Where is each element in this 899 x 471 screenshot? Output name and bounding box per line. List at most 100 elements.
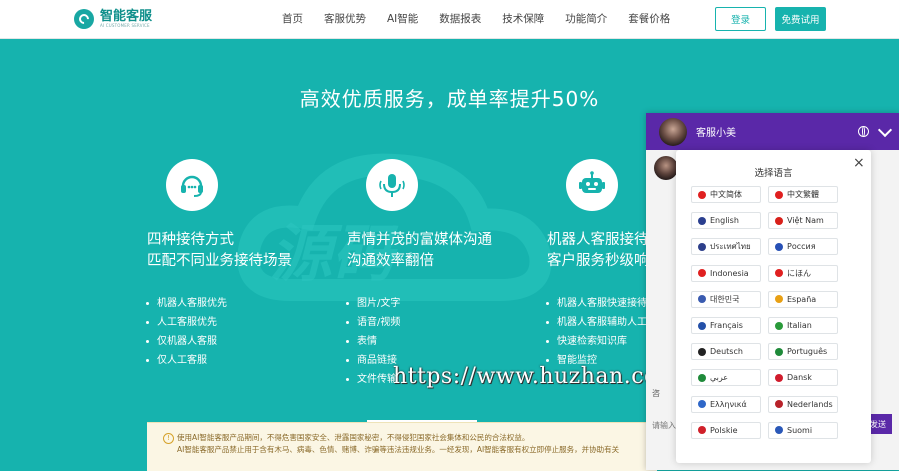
- language-option[interactable]: ประเทศไทย: [691, 238, 761, 256]
- language-option[interactable]: 中文简体: [691, 186, 761, 203]
- message-input[interactable]: 请输入: [652, 420, 676, 431]
- language-option[interactable]: Ελληνικά: [691, 395, 761, 413]
- flag-icon: [698, 190, 706, 199]
- notice-line: 使用AI智能客服产品期间，不得危害国家安全、泄露国家秘密，不得侵犯国家社会集体和…: [177, 433, 530, 442]
- nav-item-reports[interactable]: 数据报表: [439, 11, 481, 27]
- language-option[interactable]: Việt Nam: [768, 212, 838, 230]
- language-label: 中文简体: [710, 190, 742, 199]
- language-option[interactable]: Nederlands: [768, 395, 838, 413]
- feature-icon-circle: [366, 159, 418, 211]
- chat-message-text: 咨: [652, 389, 660, 398]
- list-item: 人工客服优先: [146, 313, 227, 332]
- language-option[interactable]: Dansk: [768, 369, 838, 387]
- feature-icon-circle: [566, 159, 618, 211]
- language-option[interactable]: Português: [768, 343, 838, 361]
- brand-logo-icon: [74, 9, 94, 29]
- flag-icon: [698, 426, 706, 435]
- language-label: English: [710, 216, 739, 226]
- agent-avatar: [659, 118, 687, 146]
- nav-item-advantages[interactable]: 客服优势: [324, 11, 366, 27]
- nav-item-pricing[interactable]: 套餐价格: [628, 11, 670, 27]
- flag-icon: [698, 269, 706, 278]
- language-label: Suomi: [787, 425, 813, 435]
- list-item: 表情: [346, 332, 400, 351]
- language-option[interactable]: Polskie: [691, 421, 761, 439]
- feature-list: 机器人客服优先 人工客服优先 仅机器人客服 仅人工客服: [146, 294, 227, 370]
- language-option[interactable]: عربي: [691, 369, 761, 387]
- free-trial-button[interactable]: 免费试用: [775, 7, 826, 31]
- nav-item-ai[interactable]: AI智能: [387, 11, 418, 27]
- list-item: 仅人工客服: [146, 351, 227, 370]
- flag-icon: [775, 321, 783, 330]
- language-option[interactable]: 中文繁體: [768, 186, 838, 203]
- feature-heading-line2: 客户服务秒级响: [547, 253, 649, 269]
- language-label: Português: [787, 347, 828, 357]
- robot-icon: [579, 171, 605, 193]
- brand-logo[interactable]: 智能客服 AI CUSTOMER SERVICE: [74, 8, 152, 30]
- feature-heading-line1: 声情并茂的富媒体沟通: [347, 232, 492, 248]
- flag-icon: [698, 216, 706, 225]
- flag-icon: [698, 242, 706, 251]
- flag-icon: [775, 400, 783, 409]
- list-item: 机器人客服辅助人工: [546, 313, 647, 332]
- list-item: 语音/视频: [346, 313, 400, 332]
- language-label: Deutsch: [710, 347, 743, 357]
- feature-heading-line2: 匹配不同业务接待场景: [147, 253, 292, 269]
- language-option[interactable]: English: [691, 212, 761, 230]
- language-option[interactable]: Россия: [768, 238, 838, 256]
- list-item: 图片/文字: [346, 294, 400, 313]
- flag-icon: [698, 295, 706, 304]
- avatar: [654, 156, 678, 180]
- language-selector-dialog: 选择语言 × 中文简体 中文繁體 English Việt Nam ประเทศไทย Р…: [676, 150, 871, 463]
- flag-icon: [698, 321, 706, 330]
- language-globe-icon[interactable]: [858, 126, 869, 137]
- feature-heading-line1: 四种接待方式: [147, 232, 234, 248]
- language-option[interactable]: 대한민국: [691, 290, 761, 308]
- nav-item-features[interactable]: 功能简介: [565, 11, 607, 27]
- list-item: 机器人客服快速接待: [546, 294, 647, 313]
- language-option[interactable]: にほん: [768, 264, 838, 282]
- language-option[interactable]: Suomi: [768, 421, 838, 439]
- feature-list: 机器人客服快速接待 机器人客服辅助人工 快速检索知识库 智能监控: [546, 294, 647, 370]
- flag-icon: [775, 347, 783, 356]
- login-button[interactable]: 登录: [715, 7, 766, 31]
- language-option[interactable]: Indonesia: [691, 264, 761, 282]
- language-label: Россия: [787, 242, 816, 252]
- nav-item-tech[interactable]: 技术保障: [502, 11, 544, 27]
- feature-heading: 机器人客服接待 客户服务秒级响: [547, 230, 649, 272]
- language-option[interactable]: Deutsch: [691, 343, 761, 361]
- feature-heading-line1: 机器人客服接待: [547, 232, 649, 248]
- language-option[interactable]: Français: [691, 317, 761, 334]
- hero-title: 高效优质服务，成单率提升50%: [299, 87, 600, 111]
- top-navigation-bar: 智能客服 AI CUSTOMER SERVICE 首页 客服优势 AI智能 数据…: [0, 0, 899, 39]
- brand-name: 智能客服: [100, 8, 153, 24]
- language-option[interactable]: España: [768, 290, 838, 308]
- close-icon[interactable]: ×: [853, 156, 865, 170]
- language-label: Dansk: [787, 373, 812, 383]
- language-label: Polskie: [710, 425, 738, 435]
- chevron-down-icon[interactable]: [877, 122, 893, 138]
- language-label: にほん: [787, 268, 811, 278]
- flag-icon: [775, 190, 783, 199]
- language-label: عربي: [710, 373, 729, 383]
- dialog-title: 选择语言: [754, 168, 793, 179]
- nav-item-home[interactable]: 首页: [282, 11, 303, 27]
- flag-icon: [775, 295, 783, 304]
- list-item: 仅机器人客服: [146, 332, 227, 351]
- notice-text: 使用AI智能客服产品期间，不得危害国家安全、泄露国家秘密，不得侵犯国家社会集体和…: [177, 432, 619, 456]
- agent-name: 客服小美: [696, 128, 736, 139]
- feature-icon-circle: [166, 159, 218, 211]
- flag-icon: [698, 347, 706, 356]
- feature-heading-line2: 沟通效率翻倍: [347, 253, 434, 269]
- language-label: Ελληνικά: [710, 399, 747, 409]
- main-nav: 首页 客服优势 AI智能 数据报表 技术保障 功能简介 套餐价格: [282, 11, 691, 27]
- language-label: 대한민국: [710, 294, 740, 304]
- warning-icon: !: [163, 433, 174, 444]
- language-label: Nederlands: [787, 399, 833, 409]
- language-label: Việt Nam: [787, 216, 824, 226]
- brand-tagline: AI CUSTOMER SERVICE: [100, 22, 150, 28]
- list-item: 快速检索知识库: [546, 332, 647, 351]
- flag-icon: [775, 242, 783, 251]
- compliance-notice: ! 使用AI智能客服产品期间，不得危害国家安全、泄露国家秘密，不得侵犯国家社会集…: [147, 422, 657, 471]
- language-option[interactable]: Italian: [768, 317, 838, 334]
